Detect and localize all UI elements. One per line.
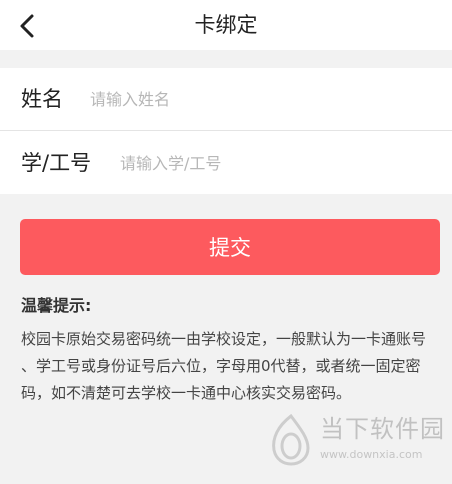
nav-bar: 卡绑定 xyxy=(0,0,452,50)
name-label: 姓名 xyxy=(21,87,63,111)
student-id-input[interactable] xyxy=(120,148,420,178)
watermark: 当下软件园 www.downxia.com xyxy=(266,404,446,480)
form-card: 姓名 学/工号 xyxy=(0,68,452,194)
submit-button[interactable]: 提交 xyxy=(20,219,440,275)
name-input[interactable] xyxy=(90,84,420,114)
name-row: 姓名 xyxy=(0,68,452,130)
watermark-logo-icon xyxy=(272,413,310,466)
student-id-row: 学/工号 xyxy=(0,132,452,194)
notice-title: 温馨提示: xyxy=(21,296,92,315)
student-id-label: 学/工号 xyxy=(21,151,92,175)
notice-body: 校园卡原始交易密码统一由学校设定，一般默认为一卡通账号 、学工号或身份证号后六位… xyxy=(21,330,427,402)
watermark-brand: 当下软件园 xyxy=(320,415,445,443)
watermark-url: www.downxia.com xyxy=(320,448,423,461)
row-divider xyxy=(0,130,452,131)
page-title: 卡绑定 xyxy=(194,13,258,37)
